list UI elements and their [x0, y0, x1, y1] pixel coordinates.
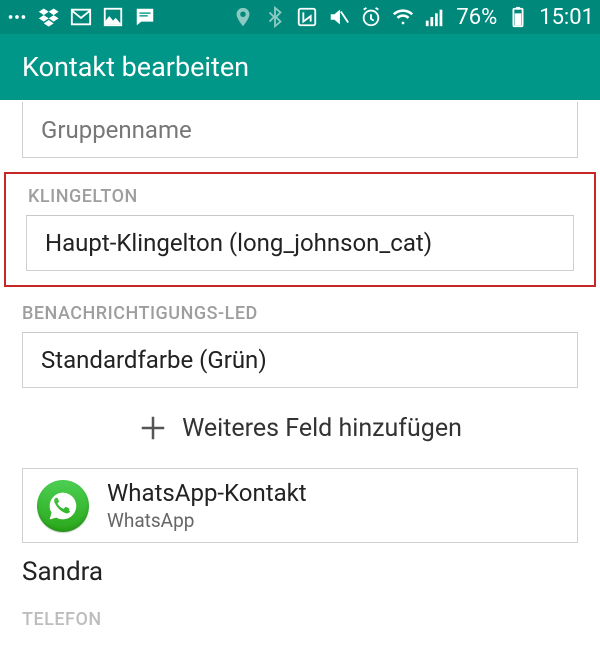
plus-icon [138, 413, 168, 443]
led-label: BENACHRICHTIGUNGS-LED [0, 287, 600, 332]
battery-icon [507, 6, 529, 28]
ringtone-section-highlight: KLINGELTON Haupt-Klingelton (long_johnso… [4, 172, 596, 287]
group-name-placeholder: Gruppenname [41, 116, 192, 144]
ringtone-label: KLINGELTON [26, 180, 574, 215]
image-icon [102, 6, 124, 28]
ringtone-select[interactable]: Haupt-Klingelton (long_johnson_cat) [26, 215, 574, 271]
more-notifications-icon [6, 6, 28, 28]
phone-section-label: TELEFON [0, 587, 600, 630]
whatsapp-subtitle: WhatsApp [107, 509, 307, 532]
page-title: Kontakt bearbeiten [22, 51, 249, 83]
bluetooth-icon [264, 6, 286, 28]
ringtone-value: Haupt-Klingelton (long_johnson_cat) [45, 229, 432, 257]
alarm-icon [360, 6, 382, 28]
location-icon [232, 6, 254, 28]
status-left-icons [6, 6, 156, 28]
message-icon [134, 6, 156, 28]
battery-percent: 76% [456, 5, 497, 30]
mail-icon [70, 6, 92, 28]
whatsapp-contact-card[interactable]: WhatsApp-Kontakt WhatsApp [22, 468, 578, 543]
add-field-label: Weiteres Feld hinzufügen [182, 414, 462, 443]
whatsapp-title: WhatsApp-Kontakt [107, 479, 307, 507]
contact-name: Sandra [0, 543, 600, 587]
wifi-icon [392, 6, 414, 28]
status-clock: 15:01 [539, 5, 594, 30]
whatsapp-icon [37, 480, 89, 532]
status-bar: 76% 15:01 [0, 0, 600, 34]
action-bar: Kontakt bearbeiten [0, 34, 600, 100]
signal-icon [424, 6, 446, 28]
dropbox-icon [38, 6, 60, 28]
mute-icon [328, 6, 350, 28]
led-value: Standardfarbe (Grün) [41, 346, 267, 374]
nfc-icon [296, 6, 318, 28]
group-name-input[interactable]: Gruppenname [22, 102, 578, 158]
status-right-icons: 76% 15:01 [232, 5, 594, 30]
add-field-button[interactable]: Weiteres Feld hinzufügen [0, 388, 600, 468]
content: Gruppenname KLINGELTON Haupt-Klingelton … [0, 102, 600, 630]
led-select[interactable]: Standardfarbe (Grün) [22, 332, 578, 388]
whatsapp-text: WhatsApp-Kontakt WhatsApp [107, 479, 307, 532]
